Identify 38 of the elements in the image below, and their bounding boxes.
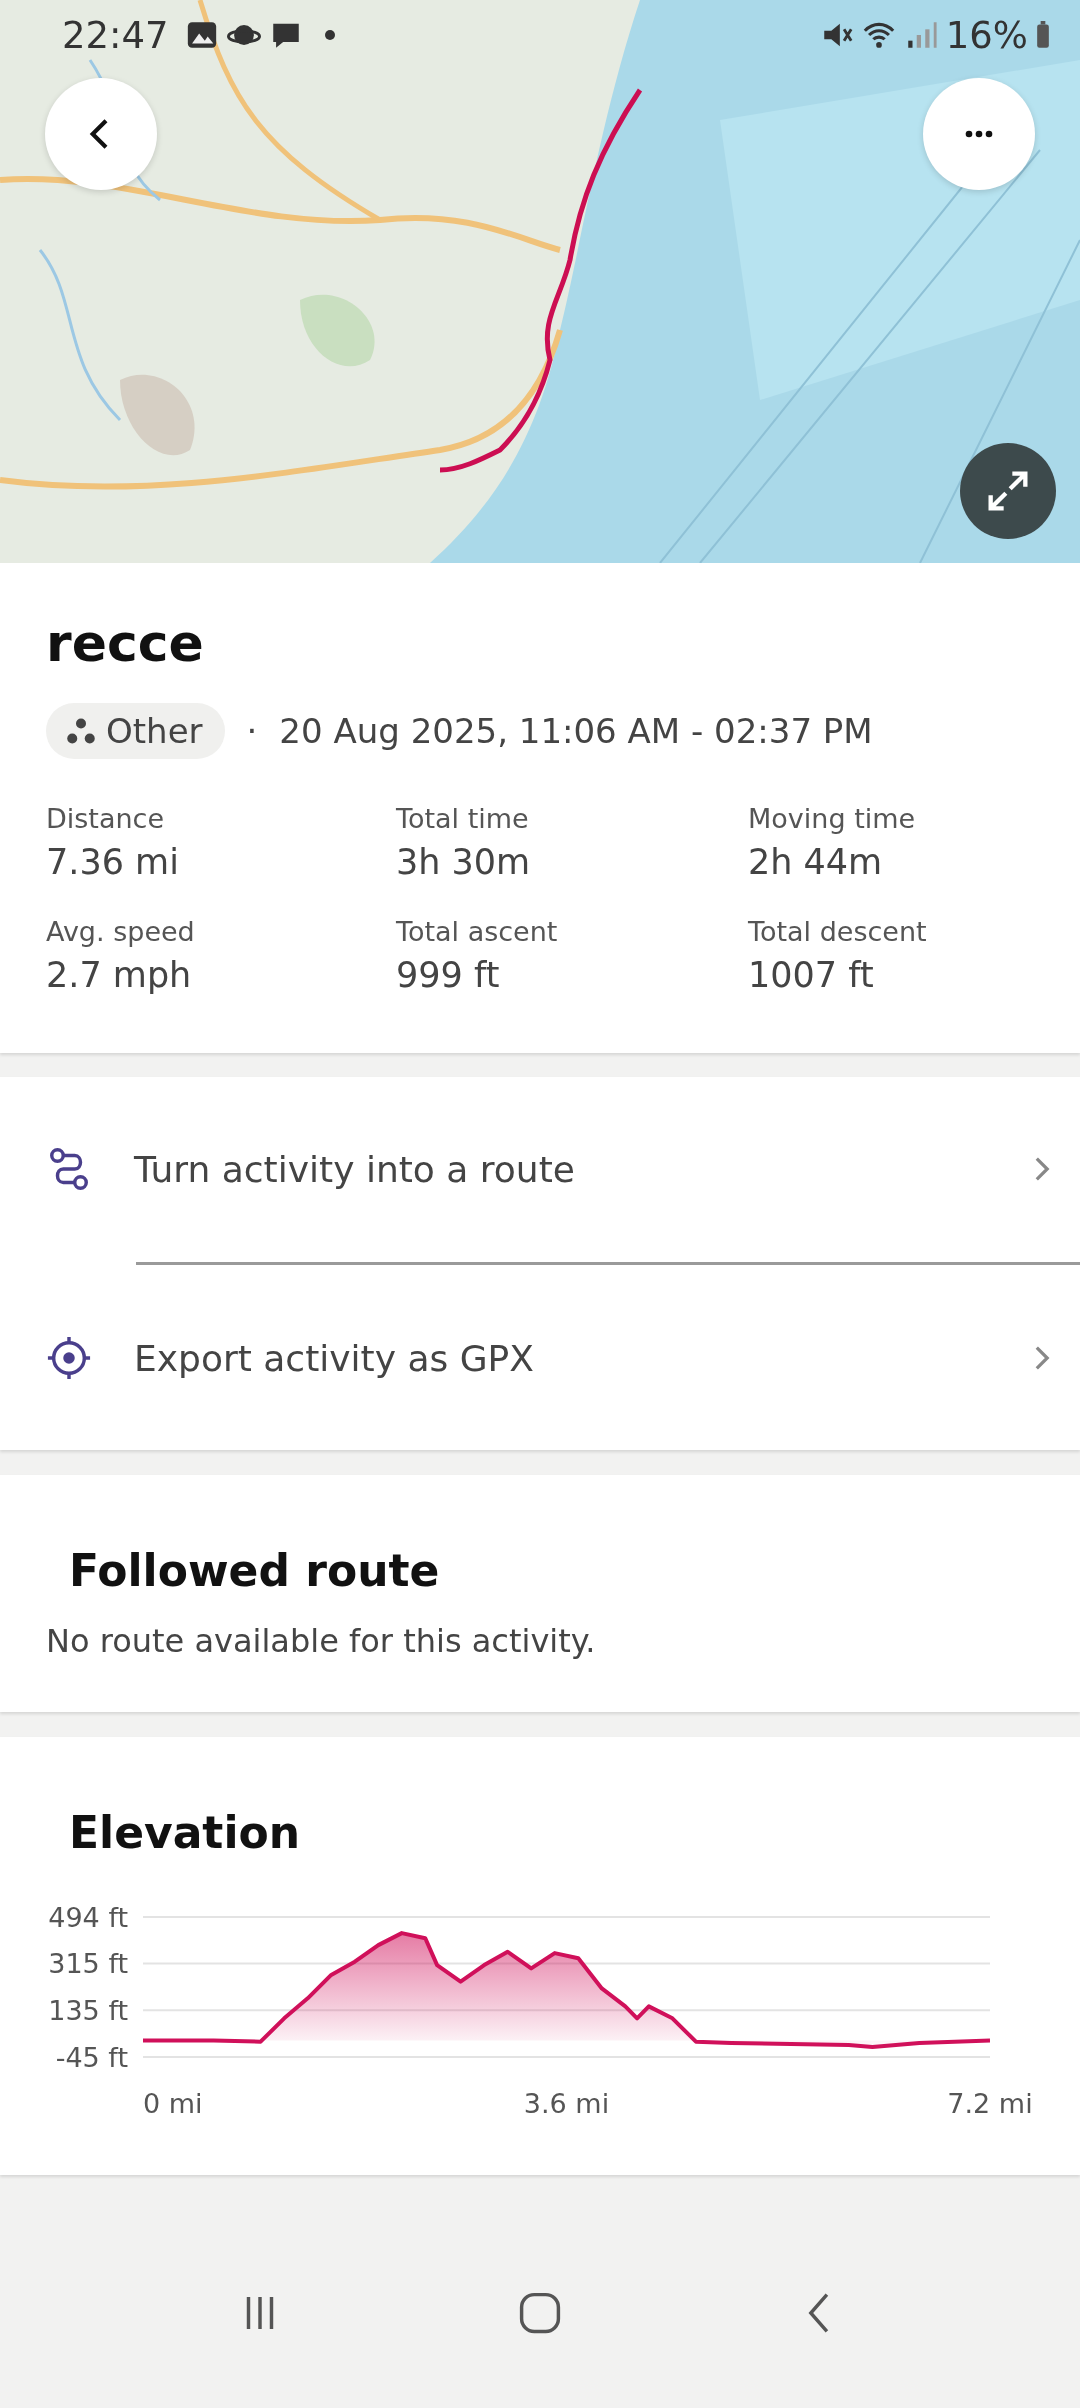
separator: · (246, 711, 258, 751)
stat-label: Distance (46, 803, 166, 834)
x-tick-label: 0 mi (143, 2088, 203, 2119)
chevron-icon (1034, 1156, 1050, 1182)
chevron-icon (1034, 1345, 1050, 1371)
x-tick-label: 3.6 mi (523, 2088, 610, 2119)
more-icon (964, 129, 994, 139)
stat-label: Avg. speed (46, 916, 196, 947)
stat-value: 2.7 mph (46, 955, 193, 995)
section-title: Followed route (69, 1545, 441, 1596)
stat-label: Moving time (748, 803, 917, 834)
empty-message: No route available for this activity. (46, 1622, 597, 1660)
stat-value: 999 ft (396, 955, 501, 995)
home-icon (517, 2290, 563, 2336)
y-tick-label: 135 ft (48, 1995, 128, 2027)
stat-value: 7.36 mi (46, 842, 180, 882)
activity-type-chip: Other (46, 703, 225, 759)
activity-date: 20 Aug 2025, 11:06 AM - 02:37 PM (279, 711, 873, 751)
stat-label: Total ascent (396, 916, 559, 947)
battery-level: 16% (945, 13, 1028, 57)
y-tick-label: 315 ft (48, 1948, 128, 1980)
battery-icon (1036, 21, 1050, 49)
action-item[interactable]: Export activity as GPX (0, 1283, 1080, 1433)
stat-value: 1007 ft (748, 955, 875, 995)
stat-value: 2h 44m (748, 842, 884, 882)
y-tick-label: -45 ft (55, 2042, 128, 2073)
stat-label: Total time (396, 803, 530, 834)
clock: 22:47 (62, 13, 169, 57)
dot-icon (324, 30, 335, 40)
y-tick-label: 494 ft (48, 1902, 128, 1933)
target-icon (46, 1335, 92, 1381)
action-item[interactable]: Turn activity into a route (0, 1094, 1080, 1244)
activity-title: recce (46, 613, 205, 673)
dots-icon (66, 716, 96, 746)
stat-label: Total descent (748, 916, 928, 947)
stat-value: 3h 30m (396, 842, 532, 882)
section-title: Elevation (69, 1807, 302, 1858)
x-tick-label: 7.2 mi (947, 2088, 1033, 2119)
